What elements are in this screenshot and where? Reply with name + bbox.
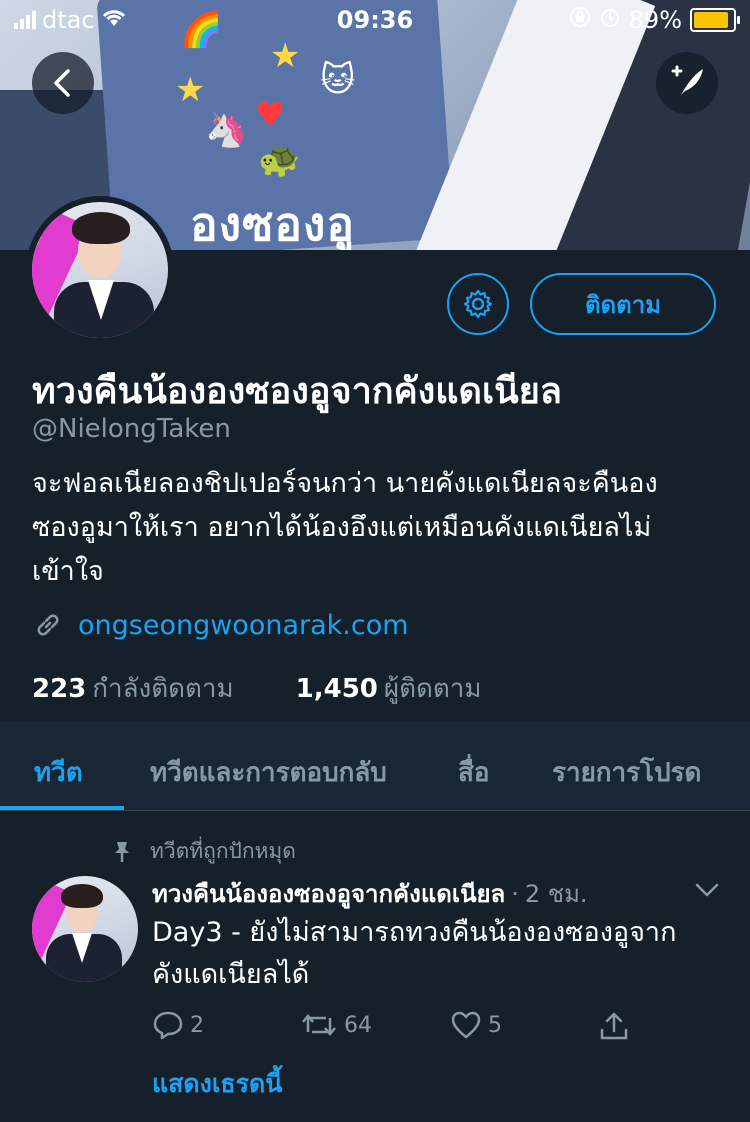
retweet-button[interactable]: 64 xyxy=(300,1010,372,1040)
reply-count: 2 xyxy=(190,1012,204,1038)
tweet-menu-button[interactable] xyxy=(694,876,720,904)
back-arrow-icon xyxy=(54,69,70,97)
bio-line: จะฟอลเนียลองชิปเปอร์จนกว่า นายคังแดเนียล… xyxy=(32,468,658,499)
display-name: ทวงคืนน้ององซองอูจากคังแดเนียล xyxy=(32,371,562,412)
alarm-icon xyxy=(599,6,621,34)
link-icon xyxy=(37,614,59,636)
like-count: 5 xyxy=(488,1012,502,1038)
tweet-header: ทวงคืนน้ององซองอูจากคังแดเนียล · 2 ชม. xyxy=(152,880,588,908)
reply-icon xyxy=(153,1011,183,1040)
star-sticker-icon: ★ xyxy=(270,36,301,76)
reply-button[interactable]: 2 xyxy=(152,1010,204,1040)
tweet-text: Day3 - ยังไม่สามารถทวงคืนน้ององซองอูจาก … xyxy=(152,917,677,990)
bio-line: ซองอูมาให้เรา อยากได้น้องอึงแต่เหมือนคัง… xyxy=(32,512,652,543)
profile-bio: จะฟอลเนียลองชิปเปอร์จนกว่า นายคังแดเนียล… xyxy=(32,462,722,594)
tab-media[interactable]: สื่อ xyxy=(458,752,489,793)
turtle-sticker-icon: 🐢 xyxy=(258,140,301,180)
pinned-label: ทวีตที่ถูกปักหมุด xyxy=(150,839,296,863)
battery-percent: 89% xyxy=(628,6,682,34)
cat-sticker-icon: 🐱 xyxy=(320,60,356,100)
active-tab-indicator xyxy=(0,806,124,810)
rotation-lock-icon xyxy=(569,6,591,34)
profile-avatar[interactable] xyxy=(26,196,174,344)
unicorn-sticker-icon: 🦄 xyxy=(205,110,248,150)
user-handle: @NielongTaken xyxy=(32,414,231,444)
banner-text: องซองอู xyxy=(190,197,356,250)
tweet-time: 2 ชม. xyxy=(524,880,588,908)
status-bar: dtac 09:36 89% xyxy=(0,0,750,40)
profile-tabs: ทวีต ทวีตและการตอบกลับ สื่อ รายการโปรด xyxy=(0,722,750,811)
compose-quill-icon xyxy=(671,65,703,99)
tweet-actions: 2 64 5 xyxy=(152,1010,652,1050)
pinned-indicator: ทวีตที่ถูกปักหมุด xyxy=(112,835,296,868)
following-count[interactable]: 223 กำลังติดตาม xyxy=(32,668,234,709)
retweet-icon xyxy=(302,1014,336,1036)
tab-tweets[interactable]: ทวีต xyxy=(34,752,83,793)
heart-sticker-icon: ♥ xyxy=(255,95,286,135)
show-thread-link[interactable]: แสดงเธรดนี้ xyxy=(152,1064,282,1104)
bio-line: เข้าใจ xyxy=(32,556,104,587)
profile-url[interactable]: ongseongwoonarak.com xyxy=(78,610,409,641)
share-icon xyxy=(600,1012,628,1040)
settings-button[interactable] xyxy=(447,273,509,335)
follow-button[interactable]: ติดตาม xyxy=(530,273,716,335)
tweet-author[interactable]: ทวงคืนน้ององซองอูจากคังแดเนียล xyxy=(152,880,505,908)
gear-icon xyxy=(463,289,493,319)
back-button[interactable] xyxy=(32,52,94,114)
follow-counts: 223 กำลังติดตาม 1,450 ผู้ติดตาม xyxy=(32,668,482,709)
tab-tweets-and-replies[interactable]: ทวีตและการตอบกลับ xyxy=(150,752,387,793)
followers-count[interactable]: 1,450 ผู้ติดตาม xyxy=(296,668,482,709)
battery-icon xyxy=(690,8,740,32)
tweet-avatar[interactable] xyxy=(32,876,138,982)
compose-tweet-button[interactable] xyxy=(656,52,718,114)
pin-icon xyxy=(115,841,129,862)
like-button[interactable]: 5 xyxy=(450,1010,502,1040)
share-button[interactable] xyxy=(598,1010,630,1042)
retweet-count: 64 xyxy=(344,1012,372,1038)
star-sticker-icon: ★ xyxy=(175,70,206,110)
chevron-down-icon xyxy=(695,883,719,897)
profile-link[interactable]: ongseongwoonarak.com xyxy=(32,609,409,641)
tab-likes[interactable]: รายการโปรด xyxy=(552,752,701,793)
heart-icon xyxy=(451,1011,481,1039)
